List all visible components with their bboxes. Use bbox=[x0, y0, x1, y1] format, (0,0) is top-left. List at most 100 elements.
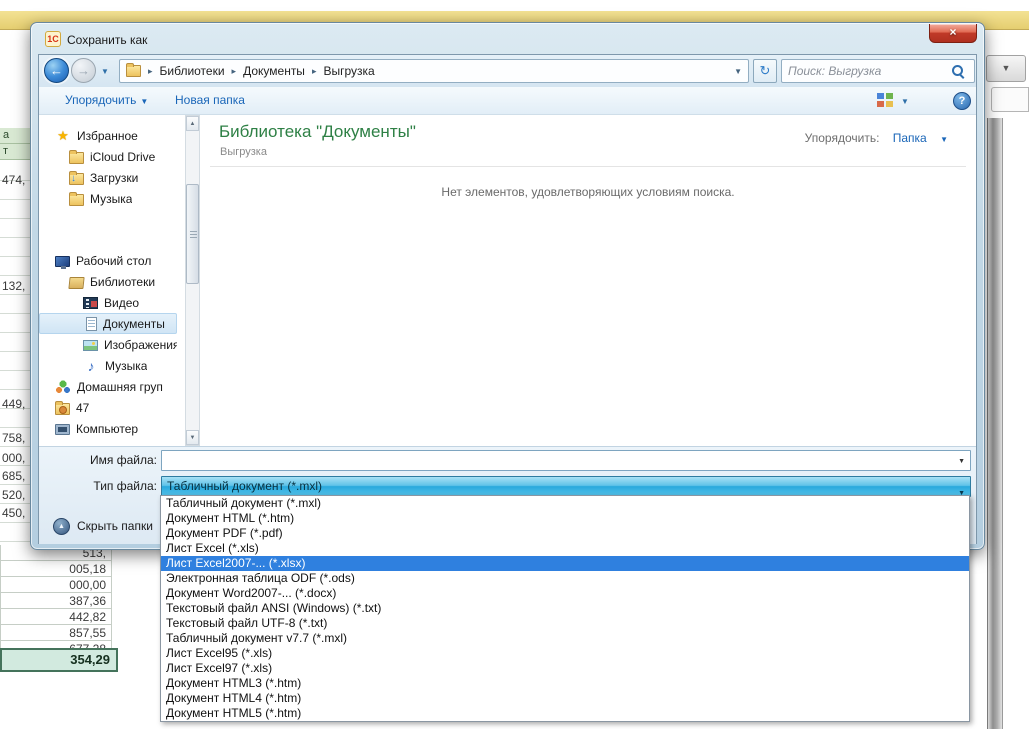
filetype-option[interactable]: Лист Excel97 (*.xls) bbox=[161, 661, 969, 676]
close-button[interactable]: × bbox=[929, 24, 977, 43]
sidebar-scrollbar[interactable]: ▲ ▼ bbox=[185, 115, 200, 446]
sheet-total-cell: 354,29 bbox=[0, 648, 118, 672]
arrange-value[interactable]: Папка bbox=[893, 131, 927, 145]
filename-input[interactable] bbox=[166, 453, 946, 469]
search-input[interactable] bbox=[788, 62, 948, 80]
sidebar-item-pictures[interactable]: Изображения bbox=[39, 334, 177, 355]
scroll-up-icon[interactable]: ▲ bbox=[186, 116, 199, 131]
sidebar-item-label: Библиотеки bbox=[90, 275, 155, 289]
sidebar-item-homegroup[interactable]: Домашняя груп bbox=[39, 376, 177, 397]
arrange-by-control[interactable]: Упорядочить: Папка ▼ bbox=[805, 131, 948, 145]
view-mode-icon[interactable] bbox=[877, 93, 893, 108]
address-row: ← → ▼ ▸ Библиотеки ▸ Документы ▸ Выгрузк… bbox=[39, 55, 976, 87]
sidebar-item-downloads[interactable]: Загрузки bbox=[39, 167, 177, 188]
sidebar-item-music-fav[interactable]: Музыка bbox=[39, 188, 177, 209]
filetype-option[interactable]: Документ PDF (*.pdf) bbox=[161, 526, 969, 541]
computer-icon bbox=[55, 424, 70, 435]
sidebar-item-desktop[interactable]: Рабочий стол bbox=[39, 250, 177, 271]
background-dropdown-button[interactable]: ▼ bbox=[986, 55, 1026, 82]
screenshot-root: ▼ а т 474, 132, 449, 758, 000, 685, 520,… bbox=[0, 0, 1029, 729]
sidebar-item-label: Музыка bbox=[105, 359, 147, 373]
folder-icon bbox=[69, 194, 84, 206]
filetype-option[interactable]: Текстовый файл UTF-8 (*.txt) bbox=[161, 616, 969, 631]
sidebar-item-libraries[interactable]: Библиотеки bbox=[39, 271, 177, 292]
filetype-option[interactable]: Документ HTML (*.htm) bbox=[161, 511, 969, 526]
background-vertical-scrollbar[interactable] bbox=[987, 118, 1003, 729]
chevron-down-icon: ▼ bbox=[940, 135, 948, 144]
sidebar-item-label: Музыка bbox=[90, 192, 132, 206]
filetype-option[interactable]: Электронная таблица ODF (*.ods) bbox=[161, 571, 969, 586]
dialog-title: Сохранить как bbox=[67, 33, 147, 47]
sidebar-gap bbox=[39, 209, 177, 250]
sidebar-item-computer[interactable]: Компьютер bbox=[39, 418, 177, 439]
header-separator bbox=[210, 166, 966, 167]
filetype-option[interactable]: Документ HTML4 (*.htm) bbox=[161, 691, 969, 706]
filetype-label: Тип файла: bbox=[71, 479, 157, 493]
forward-button[interactable]: → bbox=[71, 58, 96, 83]
filetype-option[interactable]: Табличный документ (*.mxl) bbox=[161, 496, 969, 511]
search-box bbox=[781, 59, 975, 83]
chevron-down-icon[interactable]: ▼ bbox=[958, 458, 965, 465]
hide-folders-label: Скрыть папки bbox=[77, 519, 153, 533]
breadcrumb-item-libraries[interactable]: Библиотеки bbox=[160, 64, 225, 78]
sidebar-item-label: 47 bbox=[76, 401, 89, 415]
sheet-cell: 857,55 bbox=[0, 625, 112, 641]
organize-button[interactable]: Упорядочить▼ bbox=[65, 93, 148, 107]
view-mode-dropdown-icon[interactable]: ▼ bbox=[901, 97, 909, 106]
filename-label: Имя файла: bbox=[71, 453, 157, 467]
filetype-dropdown-list: Табличный документ (*.mxl) Документ HTML… bbox=[160, 495, 970, 722]
video-icon bbox=[83, 297, 98, 309]
filetype-option[interactable]: Документ Word2007-... (*.docx) bbox=[161, 586, 969, 601]
sidebar-item-label: Рабочий стол bbox=[76, 254, 151, 268]
new-folder-button[interactable]: Новая папка bbox=[175, 93, 245, 107]
breadcrumb[interactable]: ▸ Библиотеки ▸ Документы ▸ Выгрузка ▼ bbox=[119, 59, 749, 83]
sidebar-item-user-47[interactable]: 47 bbox=[39, 397, 177, 418]
recent-pages-dropdown[interactable]: ▼ bbox=[101, 67, 109, 76]
filetype-option[interactable]: Табличный документ v7.7 (*.mxl) bbox=[161, 631, 969, 646]
scroll-down-icon[interactable]: ▼ bbox=[186, 430, 199, 445]
downloads-folder-icon bbox=[69, 173, 84, 185]
dialog-body: ★Избранное iCloud Drive Загрузки Музыка … bbox=[39, 115, 976, 446]
filetype-option[interactable]: Лист Excel95 (*.xls) bbox=[161, 646, 969, 661]
collapse-up-icon: ▲ bbox=[53, 518, 70, 535]
document-icon bbox=[86, 317, 97, 331]
folder-icon bbox=[126, 65, 141, 77]
scrollbar-thumb[interactable] bbox=[186, 184, 199, 284]
star-icon: ★ bbox=[55, 129, 71, 143]
filetype-option[interactable]: Документ HTML3 (*.htm) bbox=[161, 676, 969, 691]
hide-folders-button[interactable]: ▲ Скрыть папки bbox=[53, 514, 173, 538]
background-button[interactable] bbox=[991, 87, 1029, 112]
file-list-pane: Библиотека "Документы" Выгрузка Упорядоч… bbox=[200, 115, 976, 446]
picture-icon bbox=[83, 340, 98, 351]
filename-combobox[interactable]: ▼ bbox=[161, 450, 971, 471]
back-button[interactable]: ← bbox=[44, 58, 69, 83]
sidebar-item-label: Изображения bbox=[104, 338, 177, 352]
sidebar-item-label: Избранное bbox=[77, 129, 138, 143]
breadcrumb-separator-icon: ▸ bbox=[232, 66, 237, 77]
breadcrumb-item-documents[interactable]: Документы bbox=[243, 64, 305, 78]
sidebar-item-favorites[interactable]: ★ Избранное bbox=[39, 125, 177, 146]
filetype-combobox[interactable]: Табличный документ (*.mxl) ▼ bbox=[161, 476, 971, 497]
filetype-option[interactable]: Документ HTML5 (*.htm) bbox=[161, 706, 969, 721]
filetype-option[interactable]: Текстовый файл ANSI (Windows) (*.txt) bbox=[161, 601, 969, 616]
sidebar-item-documents[interactable]: Документы bbox=[39, 313, 177, 334]
sheet-cell: 000,00 bbox=[0, 577, 112, 593]
sidebar-item-icloud-drive[interactable]: iCloud Drive bbox=[39, 146, 177, 167]
filetype-option[interactable]: Лист Excel (*.xls) bbox=[161, 541, 969, 556]
filetype-option-selected[interactable]: Лист Excel2007-... (*.xlsx) bbox=[161, 556, 969, 571]
address-dropdown-icon[interactable]: ▼ bbox=[734, 67, 742, 76]
sidebar-item-label: Компьютер bbox=[76, 422, 138, 436]
sidebar-item-music-lib[interactable]: ♪ Музыка bbox=[39, 355, 177, 376]
command-toolbar: Упорядочить▼ Новая папка ▼ ? bbox=[39, 87, 976, 115]
breadcrumb-item-vygruzka[interactable]: Выгрузка bbox=[323, 64, 374, 78]
music-note-icon: ♪ bbox=[83, 359, 99, 373]
sidebar-item-video[interactable]: Видео bbox=[39, 292, 177, 313]
refresh-button[interactable]: ↻ bbox=[753, 59, 777, 83]
save-as-dialog: 1С Сохранить как × ← → ▼ ▸ Библиотеки ▸ … bbox=[30, 22, 985, 550]
sidebar-item-label: Видео bbox=[104, 296, 139, 310]
empty-results-message: Нет элементов, удовлетворяющих условиям … bbox=[200, 185, 976, 199]
search-icon[interactable] bbox=[952, 65, 966, 79]
help-button[interactable]: ? bbox=[953, 92, 971, 110]
navigation-pane: ★Избранное iCloud Drive Загрузки Музыка … bbox=[39, 115, 177, 446]
desktop-icon bbox=[55, 256, 70, 267]
